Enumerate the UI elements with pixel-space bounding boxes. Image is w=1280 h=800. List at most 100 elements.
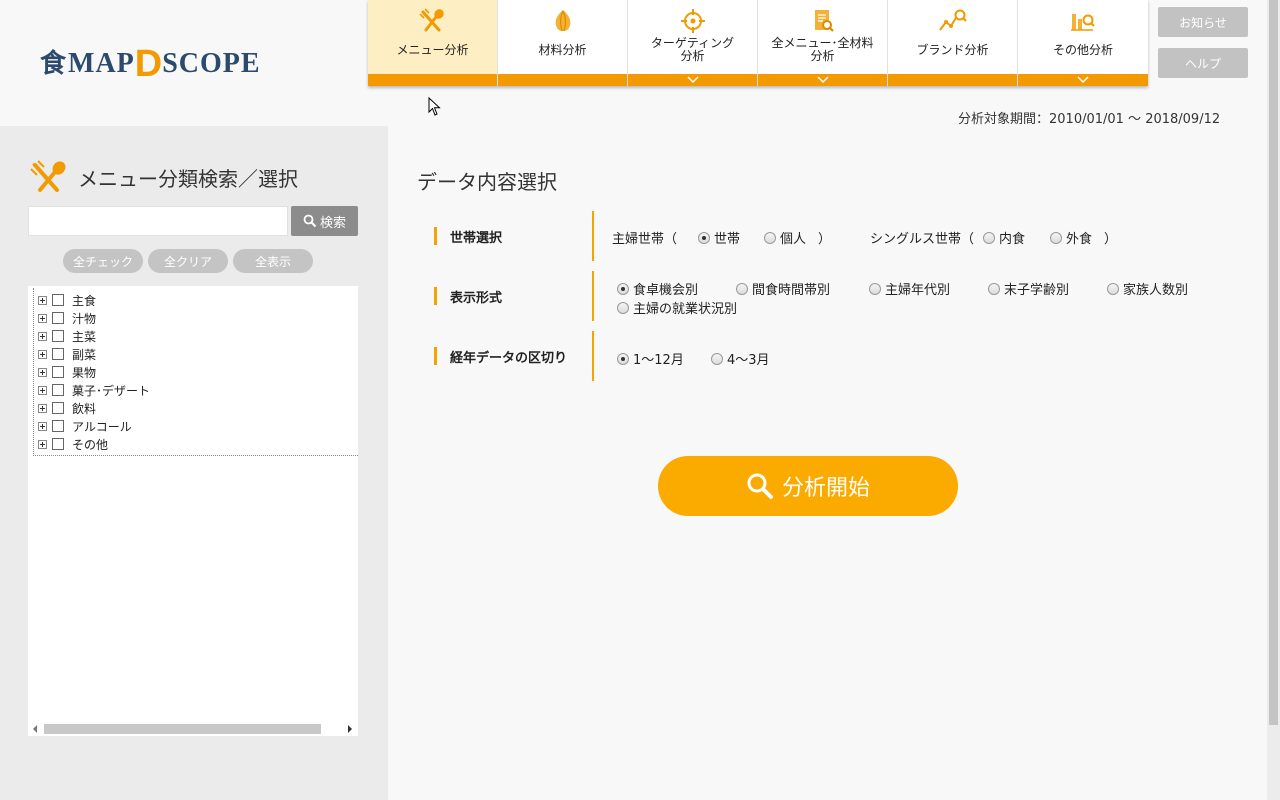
radio-button[interactable]	[617, 352, 629, 365]
help-button[interactable]: ヘルプ	[1158, 48, 1248, 78]
expand-icon[interactable]	[38, 439, 47, 449]
search-button-label: 検索	[319, 215, 346, 231]
tree-horizontal-scrollbar[interactable]	[28, 718, 358, 736]
tree-item-alcohol[interactable]: アルコール	[38, 417, 132, 435]
close-paren: ）	[1104, 232, 1118, 247]
chevron-down-icon[interactable]	[816, 76, 829, 84]
tree-item-other[interactable]: その他	[38, 435, 108, 453]
radio-button[interactable]	[736, 282, 748, 295]
radio-snack-time[interactable]: 間食時間帯別	[736, 279, 830, 298]
tab-ingredient-analysis[interactable]: 材料分析	[498, 0, 628, 86]
check-all-button[interactable]: 全チェック	[63, 249, 143, 273]
scroll-left-arrow-icon[interactable]	[33, 725, 37, 733]
logo-d: D	[134, 43, 163, 85]
radio-apr-mar[interactable]: 4〜3月	[711, 349, 770, 368]
clear-all-button[interactable]: 全クリア	[148, 249, 228, 273]
start-analysis-label: 分析開始	[781, 476, 870, 501]
tab-all-menu-analysis[interactable]: 全メニュー･全材料 分析	[758, 0, 888, 86]
radio-home-meal-label: 内食	[999, 232, 1026, 247]
tree-checkbox[interactable]	[52, 384, 64, 396]
tree-checkbox[interactable]	[52, 348, 64, 360]
tab-label: 材料分析	[538, 42, 587, 57]
onion-icon	[555, 10, 570, 32]
menu-search-input[interactable]	[28, 206, 288, 236]
radio-eating-out-button[interactable]	[1050, 231, 1062, 244]
tab-menu-analysis[interactable]: メニュー分析	[368, 0, 498, 86]
logo-map: MAP	[68, 48, 135, 79]
tree-scrollbar-thumb[interactable]	[44, 724, 321, 734]
tree-item-label: 飲料	[72, 401, 97, 416]
tree-item-beverage[interactable]: 飲料	[38, 399, 96, 417]
expand-icon[interactable]	[38, 367, 47, 377]
expand-icon[interactable]	[38, 313, 47, 323]
tree-checkbox[interactable]	[52, 402, 64, 414]
tree-item-staple[interactable]: 主食	[38, 291, 96, 309]
scroll-right-arrow-icon[interactable]	[348, 725, 352, 733]
expand-icon[interactable]	[38, 331, 47, 341]
row-divider	[592, 331, 594, 381]
radio-household[interactable]: 世帯	[698, 228, 740, 247]
close-paren: ）	[818, 232, 832, 247]
radio-button[interactable]	[711, 352, 723, 365]
tree-item-dessert[interactable]: 菓子･デザート	[38, 381, 150, 399]
app-logo[interactable]: 食 MAP D SCOPE	[40, 40, 261, 85]
tab-other-analysis[interactable]: その他分析	[1018, 0, 1148, 86]
radio-family-size[interactable]: 家族人数別	[1107, 279, 1188, 298]
radio-home-meal-button[interactable]	[983, 231, 995, 244]
radio-eating-out[interactable]: 外食	[1050, 228, 1092, 247]
expand-icon[interactable]	[38, 403, 47, 413]
tree-item-label: その他	[72, 437, 109, 452]
search-button[interactable]: 検索	[291, 206, 358, 236]
tree-checkbox[interactable]	[52, 312, 64, 324]
tab-brand-analysis[interactable]: ブランド分析	[888, 0, 1018, 86]
tree-item-soup[interactable]: 汁物	[38, 309, 96, 327]
expand-icon[interactable]	[38, 295, 47, 305]
news-button[interactable]: お知らせ	[1158, 7, 1248, 37]
radio-housewife-employment[interactable]: 主婦の就業状況別	[617, 298, 737, 317]
tab-targeting-analysis[interactable]: ターゲティング 分析	[628, 0, 758, 86]
radio-jan-dec[interactable]: 1〜12月	[617, 349, 684, 368]
radio-youngest-child-school[interactable]: 末子学齢別	[988, 279, 1069, 298]
search-icon	[303, 214, 317, 228]
radio-housewife-age[interactable]: 主婦年代別	[869, 279, 950, 298]
tree-checkbox[interactable]	[52, 330, 64, 342]
tab-bar	[758, 74, 887, 86]
radio-home-meal[interactable]: 内食	[983, 228, 1025, 247]
tab-label: ターゲティング 分析	[650, 36, 735, 63]
radio-button[interactable]	[617, 301, 629, 314]
page-scrollbar[interactable]	[1267, 0, 1280, 800]
expand-icon[interactable]	[38, 349, 47, 359]
tree-checkbox[interactable]	[52, 420, 64, 432]
household-row: 世帯選択 主婦世帯（ 世帯 個人 ） シングルス世帯（ 内食 外食 ）	[434, 211, 1234, 261]
fork-spoon-icon	[418, 8, 444, 32]
chevron-down-icon[interactable]	[686, 76, 699, 84]
tab-bar	[628, 74, 757, 86]
start-analysis-button[interactable]: 分析開始	[658, 456, 958, 516]
tree-checkbox[interactable]	[52, 294, 64, 306]
radio-individual[interactable]: 個人	[764, 228, 806, 247]
chevron-down-icon[interactable]	[1077, 76, 1089, 84]
tree-item-fruit[interactable]: 果物	[38, 363, 96, 381]
show-all-button[interactable]: 全表示	[233, 249, 313, 273]
menu-search-heading: メニュー分類検索／選択	[30, 160, 298, 194]
radio-individual-button[interactable]	[764, 231, 776, 244]
tree-checkbox[interactable]	[52, 438, 64, 450]
radio-household-button[interactable]	[698, 231, 710, 244]
tree-checkbox[interactable]	[52, 366, 64, 378]
radio-household-label: 世帯	[714, 232, 741, 247]
tree-item-main-dish[interactable]: 主菜	[38, 327, 96, 345]
radio-button[interactable]	[988, 282, 1000, 295]
display-format-row: 表示形式 食卓機会別 間食時間帯別 主婦年代別 末子学齢別 家族人数別 主婦の就…	[434, 271, 1234, 321]
display-format-label: 表示形式	[434, 287, 502, 306]
page-scrollbar-thumb[interactable]	[1269, 0, 1278, 725]
radio-button[interactable]	[617, 282, 629, 295]
tab-bar	[368, 74, 497, 86]
expand-icon[interactable]	[38, 421, 47, 431]
radio-button[interactable]	[1107, 282, 1119, 295]
expand-icon[interactable]	[38, 385, 47, 395]
tab-label: ブランド分析	[916, 42, 989, 57]
tree-item-side-dish[interactable]: 副菜	[38, 345, 96, 363]
radio-dining-occasion[interactable]: 食卓機会別	[617, 279, 698, 298]
radio-button[interactable]	[869, 282, 881, 295]
tree-container: 主食 汁物 主菜 副菜 果物 菓子･デザート 飲料 アルコール その他	[33, 288, 358, 456]
